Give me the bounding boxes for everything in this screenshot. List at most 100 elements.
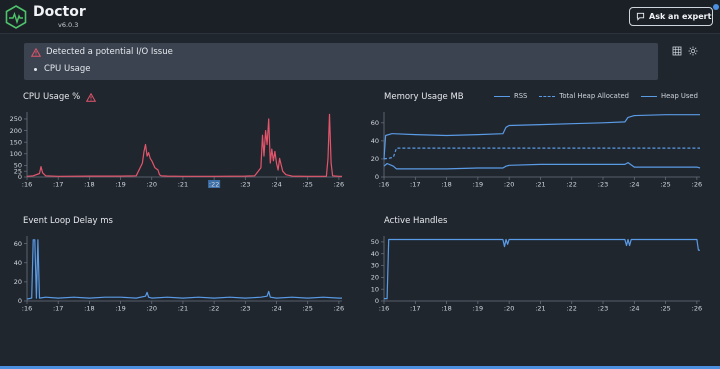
x-tick-label: :20 <box>147 181 157 189</box>
x-tick-label: :18 <box>441 181 451 189</box>
cpu-panel-title: CPU Usage % <box>23 92 97 102</box>
x-tick-label: :19 <box>473 181 483 189</box>
x-tick-label: :22 <box>209 305 219 313</box>
series-line <box>383 114 700 159</box>
app-title: Doctor <box>33 4 86 20</box>
x-tick-label: :18 <box>84 305 94 313</box>
legend-swatch <box>494 95 510 97</box>
series-line <box>384 238 700 300</box>
y-tick-label: 20 <box>371 274 379 282</box>
x-tick-label: :16 <box>379 305 389 313</box>
series-line <box>26 113 342 177</box>
x-tick-label: :21 <box>178 181 188 189</box>
x-tick-label: :19 <box>115 305 125 313</box>
x-tick-label: :17 <box>53 305 63 313</box>
alert-item-label: CPU Usage <box>44 64 91 74</box>
x-tick-label: :24 <box>629 181 639 189</box>
delay-panel-title: Event Loop Delay ms <box>23 216 113 226</box>
legend-rss: RSS <box>494 92 527 100</box>
y-tick-label: 50 <box>14 162 22 170</box>
status-indicator <box>713 4 719 10</box>
x-tick-label: :22 <box>209 181 219 189</box>
y-tick-label: 10 <box>371 285 379 293</box>
legend-label: Heap Used <box>660 92 698 100</box>
warning-triangle-icon <box>86 92 97 102</box>
warning-triangle-icon <box>31 47 41 57</box>
x-tick-label: :22 <box>566 181 576 189</box>
x-tick-label: :25 <box>302 305 312 313</box>
x-tick-label: :26 <box>334 305 344 313</box>
x-tick-label: :21 <box>178 305 188 313</box>
x-tick-label: :21 <box>535 305 545 313</box>
active-handles-chart[interactable]: 01020304050:16:17:18:19:20:21:22:23:24:2… <box>360 230 720 316</box>
x-tick-label: :20 <box>147 305 157 313</box>
x-tick-label: :20 <box>504 305 514 313</box>
alert-panel: Detected a potential I/O Issue CPU Usage <box>24 43 658 80</box>
x-tick-label: :23 <box>598 181 608 189</box>
heartbeat-logo-icon <box>5 5 27 29</box>
legend-total-heap: Total Heap Allocated <box>539 92 629 100</box>
x-tick-label: :16 <box>22 305 32 313</box>
y-tick-label: 20 <box>14 278 22 286</box>
legend-label: Total Heap Allocated <box>559 92 629 100</box>
memory-legend: RSS Total Heap Allocated Heap Used <box>482 92 698 100</box>
legend-swatch <box>640 95 657 97</box>
y-tick-label: 20 <box>371 155 379 163</box>
x-tick-label: :23 <box>598 305 608 313</box>
cpu-usage-chart[interactable]: 02550100150200250:16:17:18:19:20:21:22:2… <box>0 106 360 192</box>
x-tick-label: :26 <box>334 181 344 189</box>
x-tick-label: :18 <box>84 181 94 189</box>
handles-panel-title: Active Handles <box>384 216 447 226</box>
bullet <box>34 67 37 71</box>
x-tick-label: :21 <box>535 181 545 189</box>
x-tick-label: :23 <box>240 305 250 313</box>
y-tick-label: 40 <box>371 250 379 258</box>
x-tick-label: :22 <box>566 305 576 313</box>
y-tick-label: 40 <box>14 259 22 267</box>
y-tick-label: 200 <box>10 127 22 135</box>
y-tick-label: 60 <box>371 119 379 127</box>
y-tick-label: 50 <box>371 238 379 246</box>
x-tick-label: :17 <box>410 305 420 313</box>
y-tick-label: 30 <box>371 262 379 270</box>
x-tick-label: :25 <box>660 181 670 189</box>
y-tick-label: 40 <box>371 137 379 145</box>
legend-heap-used: Heap Used <box>640 92 698 100</box>
x-tick-label: :26 <box>692 181 702 189</box>
x-tick-label: :16 <box>379 181 389 189</box>
series-line <box>383 162 701 170</box>
ask-expert-label: Ask an expert <box>649 12 712 21</box>
x-tick-label: :18 <box>441 305 451 313</box>
event-loop-delay-chart[interactable]: 0204060:16:17:18:19:20:21:22:23:24:25:26 <box>0 230 360 316</box>
x-tick-label: :25 <box>660 305 670 313</box>
grid-icon[interactable] <box>672 46 682 56</box>
alert-headline: Detected a potential I/O Issue <box>31 47 173 57</box>
x-tick-label: :24 <box>271 305 281 313</box>
ask-expert-button[interactable]: Ask an expert <box>629 7 713 26</box>
cpu-title: CPU Usage % <box>23 92 81 102</box>
x-tick-label: :16 <box>22 181 32 189</box>
memory-usage-chart[interactable]: 0204060:16:17:18:19:20:21:22:23:24:25:26 <box>360 106 720 192</box>
y-tick-label: 150 <box>10 138 22 146</box>
memory-title: Memory Usage MB <box>384 92 464 102</box>
series-line <box>26 239 342 300</box>
x-tick-label: :17 <box>410 181 420 189</box>
x-tick-label: :20 <box>504 181 514 189</box>
sun-icon[interactable] <box>688 46 698 56</box>
handles-title: Active Handles <box>384 216 448 226</box>
legend-label: RSS <box>514 92 528 100</box>
x-tick-label: :25 <box>302 181 312 189</box>
app-version: v6.0.3 <box>58 21 79 29</box>
chat-bubble-icon <box>636 12 645 21</box>
x-tick-label: :17 <box>53 181 63 189</box>
y-tick-label: 60 <box>14 240 22 248</box>
y-tick-label: 100 <box>10 150 22 158</box>
x-tick-label: :26 <box>692 305 702 313</box>
x-tick-label: :19 <box>473 305 483 313</box>
series-line <box>383 147 700 160</box>
alert-message: Detected a potential I/O Issue <box>46 47 173 57</box>
x-tick-label: :19 <box>115 181 125 189</box>
y-tick-label: 250 <box>10 115 22 123</box>
memory-panel-title: Memory Usage MB <box>384 92 464 102</box>
x-tick-label: :24 <box>271 181 281 189</box>
